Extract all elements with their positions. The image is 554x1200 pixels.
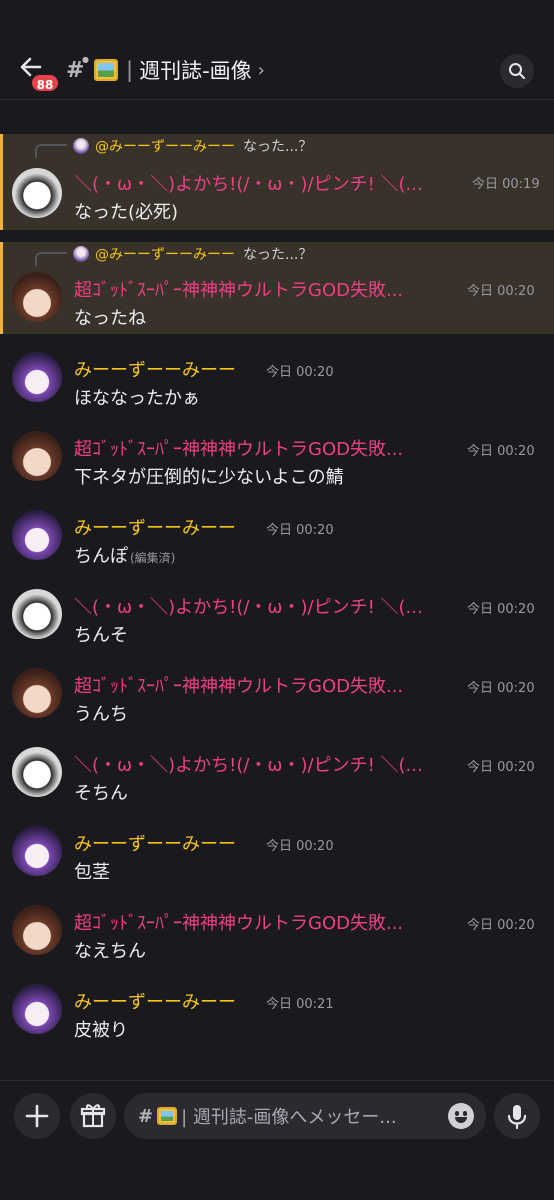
- author-name[interactable]: 超ｺﾞｯﾄﾞｽｰﾊﾟｰ神神神ウルトラGOD失敗...: [74, 909, 458, 935]
- message-text: なったね: [74, 308, 146, 329]
- avatar[interactable]: [12, 431, 62, 481]
- avatar[interactable]: [12, 168, 62, 218]
- input-placeholder: | 週刊誌-画像へメッセー...: [181, 1107, 397, 1128]
- timestamp: 今日 00:20: [266, 839, 334, 854]
- message-input[interactable]: # | 週刊誌-画像へメッセー...: [124, 1093, 486, 1139]
- avatar[interactable]: [12, 905, 62, 955]
- picture-emoji-icon: [157, 1107, 178, 1125]
- message[interactable]: みーーずーーみーー 今日 00:20 包茎: [0, 824, 554, 894]
- timestamp: 今日 00:20: [467, 918, 535, 933]
- message[interactable]: 超ｺﾞｯﾄﾞｽｰﾊﾟｰ神神神ウルトラGOD失敗... 今日 00:20 うんち: [0, 666, 554, 736]
- message[interactable]: みーーずーーみーー 今日 00:20 ちんぽ (編集済): [0, 508, 554, 578]
- title-separator: |: [126, 58, 134, 82]
- message[interactable]: 超ｺﾞｯﾄﾞｽｰﾊﾟｰ神神神ウルトラGOD失敗... 今日 00:20 なえちん: [0, 903, 554, 973]
- text-channel-icon: # ●: [66, 54, 89, 83]
- message-composer: # | 週刊誌-画像へメッセー...: [0, 1080, 554, 1200]
- author-name[interactable]: みーーずーーみーー: [74, 356, 236, 382]
- message[interactable]: 超ｺﾞｯﾄﾞｽｰﾊﾟｰ神神神ウルトラGOD失敗... 今日 00:20 下ネタが…: [0, 429, 554, 499]
- message-text: 包茎: [74, 862, 110, 883]
- message-text: そちん: [74, 783, 128, 804]
- timestamp: 今日 00:20: [266, 523, 334, 538]
- message[interactable]: ＼(・ω・＼)よかち!(/・ω・)/ピンチ! ＼(... 今日 00:20 そち…: [0, 745, 554, 815]
- chevron-right-icon: ›: [257, 59, 265, 81]
- reply-avatar: [73, 246, 89, 262]
- avatar[interactable]: [12, 510, 62, 560]
- reply-avatar: [73, 138, 89, 154]
- reply-text: なった...？: [243, 139, 313, 155]
- message-text: なえちん: [74, 941, 146, 962]
- author-name[interactable]: ＼(・ω・＼)よかち!(/・ω・)/ピンチ! ＼(...: [74, 751, 458, 777]
- timestamp: 今日 00:20: [266, 365, 334, 380]
- message[interactable]: みーーずーーみーー 今日 00:20 ほななったかぁ: [0, 350, 554, 420]
- input-hash: #: [138, 1105, 154, 1127]
- microphone-icon: [507, 1105, 527, 1130]
- channel-title[interactable]: # ● | 週刊誌-画像 ›: [66, 54, 265, 86]
- search-icon: [509, 63, 525, 79]
- message[interactable]: @みーーずーーみーー なった...？ 超ｺﾞｯﾄﾞｽｰﾊﾟｰ神神神ウルトラGOD…: [0, 242, 554, 334]
- reply-spine: [35, 144, 67, 158]
- timestamp: 今日 00:19: [472, 177, 540, 192]
- message-text: 下ネタが圧倒的に少ないよこの鯖: [74, 467, 344, 488]
- reply-author: @みーーずーーみーー: [95, 247, 235, 263]
- author-name[interactable]: ＼(・ω・＼)よかち!(/・ω・)/ピンチ! ＼(...: [74, 593, 458, 619]
- author-name[interactable]: みーーずーーみーー: [74, 988, 236, 1014]
- message-text: ちんそ: [74, 625, 128, 646]
- message[interactable]: @みーーずーーみーー なった...？ ＼(・ω・＼)よかち!(/・ω・)/ピンチ…: [0, 134, 554, 230]
- avatar[interactable]: [12, 826, 62, 876]
- timestamp: 今日 00:20: [467, 444, 535, 459]
- timestamp: 今日 00:20: [467, 602, 535, 617]
- timestamp: 今日 00:20: [467, 760, 535, 775]
- add-attachment-button[interactable]: [14, 1093, 60, 1139]
- avatar[interactable]: [12, 984, 62, 1034]
- avatar[interactable]: [12, 272, 62, 322]
- search-button[interactable]: [500, 54, 534, 88]
- message[interactable]: みーーずーーみーー 今日 00:21 皮被り: [0, 982, 554, 1052]
- channel-name: 週刊誌-画像: [139, 59, 252, 83]
- message-text: なった(必死): [74, 202, 179, 223]
- reply-preview[interactable]: @みーーずーーみーー なった...？: [35, 136, 313, 158]
- author-name[interactable]: みーーずーーみーー: [74, 830, 236, 856]
- gift-button[interactable]: [70, 1093, 116, 1139]
- emoji-icon[interactable]: [448, 1103, 474, 1129]
- gift-icon: [80, 1104, 106, 1128]
- author-name[interactable]: 超ｺﾞｯﾄﾞｽｰﾊﾟｰ神神神ウルトラGOD失敗...: [74, 276, 460, 302]
- message[interactable]: ＼(・ω・＼)よかち!(/・ω・)/ピンチ! ＼(... 今日 00:20 ちん…: [0, 587, 554, 657]
- timestamp: 今日 00:21: [266, 997, 334, 1012]
- avatar[interactable]: [12, 747, 62, 797]
- avatar[interactable]: [12, 352, 62, 402]
- reply-preview[interactable]: @みーーずーーみーー なった...？: [35, 244, 313, 266]
- message-text: ちんぽ (編集済): [74, 542, 175, 568]
- message-text: ほななったかぁ: [74, 388, 200, 409]
- author-name[interactable]: ＼(・ω・＼)よかち!(/・ω・)/ピンチ! ＼(...: [74, 170, 462, 196]
- picture-emoji-icon: [94, 59, 118, 81]
- timestamp: 今日 00:20: [467, 284, 535, 299]
- message-text: うんち: [74, 704, 128, 725]
- channel-header: 88 # ● | 週刊誌-画像 ›: [0, 0, 554, 100]
- avatar[interactable]: [12, 668, 62, 718]
- message-body: ちんぽ: [74, 546, 128, 567]
- plus-icon: [25, 1104, 49, 1128]
- avatar[interactable]: [12, 589, 62, 639]
- reply-author: @みーーずーーみーー: [95, 139, 235, 155]
- message-text: 皮被り: [74, 1020, 128, 1041]
- reply-text: なった...？: [243, 247, 313, 263]
- unread-badge: 88: [30, 73, 60, 93]
- author-name[interactable]: 超ｺﾞｯﾄﾞｽｰﾊﾟｰ神神神ウルトラGOD失敗...: [74, 435, 458, 461]
- reply-spine: [35, 252, 67, 266]
- author-name[interactable]: 超ｺﾞｯﾄﾞｽｰﾊﾟｰ神神神ウルトラGOD失敗...: [74, 672, 458, 698]
- timestamp: 今日 00:20: [467, 681, 535, 696]
- author-name[interactable]: みーーずーーみーー: [74, 514, 236, 540]
- edited-label: (編集済): [130, 551, 176, 565]
- voice-message-button[interactable]: [494, 1093, 540, 1139]
